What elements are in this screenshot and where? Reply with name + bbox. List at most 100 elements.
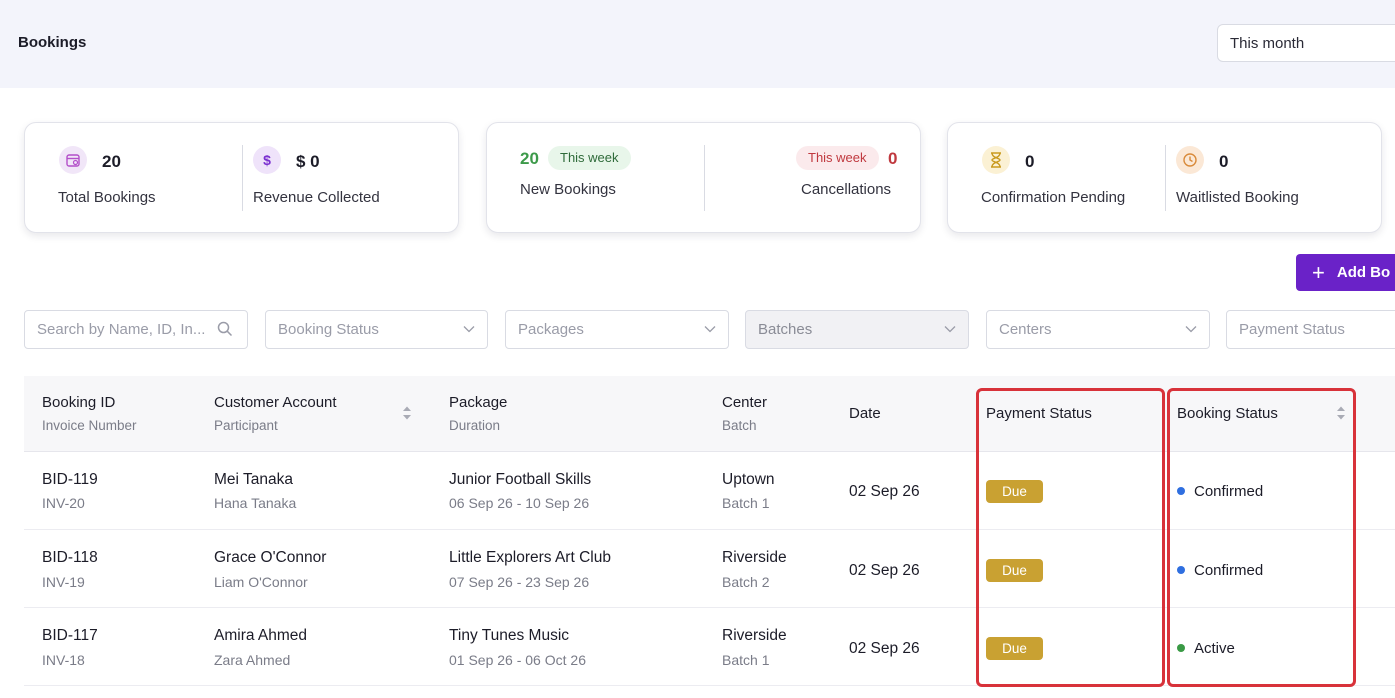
waitlisted-label: Waitlisted Booking: [1176, 189, 1299, 206]
booking-status: Active: [1194, 640, 1235, 657]
invoice-number: INV-19: [42, 574, 85, 590]
plus-icon: +: [1312, 259, 1325, 285]
table-row[interactable]: [24, 686, 1395, 698]
stats-card-weekly: 20 This week New Bookings This week 0 Ca…: [486, 122, 921, 233]
total-bookings-value: 20: [102, 152, 121, 171]
participant-name: Liam O'Connor: [214, 574, 308, 590]
chevron-down-icon: [1185, 326, 1197, 333]
table-row[interactable]: BID-118 INV-19 Grace O'Connor Liam O'Con…: [24, 530, 1395, 608]
status-dot: [1177, 644, 1185, 652]
header-customer-account[interactable]: Customer Account: [214, 394, 337, 411]
invoice-number: INV-20: [42, 495, 85, 511]
booking-id[interactable]: BID-119: [42, 471, 98, 489]
customer-name: Grace O'Connor: [214, 549, 327, 566]
participant-name: Hana Tanaka: [214, 495, 297, 511]
cancellations-label: Cancellations: [801, 181, 892, 198]
header-center: Center: [722, 394, 768, 411]
batch-name: Batch 1: [722, 495, 770, 511]
dollar-icon: $: [253, 146, 281, 174]
chevron-down-icon: [944, 326, 956, 333]
participant-name: Zara Ahmed: [214, 652, 291, 668]
payment-status-filter-label: Payment Status: [1239, 321, 1345, 338]
package-name: Junior Football Skills: [449, 471, 592, 488]
chevron-down-icon: [463, 326, 475, 333]
center-name: Riverside: [722, 627, 787, 644]
page-title: Bookings: [18, 34, 87, 51]
package-name: Tiny Tunes Music: [449, 627, 570, 644]
period-select[interactable]: This month: [1217, 24, 1395, 62]
center-name: Uptown: [722, 471, 775, 488]
booking-date: 02 Sep 26: [849, 562, 920, 579]
waitlisted-value: 0: [1219, 152, 1229, 171]
package-duration: 07 Sep 26 - 23 Sep 26: [449, 574, 590, 590]
batches-filter[interactable]: Batches: [745, 310, 969, 349]
centers-filter-label: Centers: [999, 321, 1052, 338]
add-booking-label: Add Bo: [1336, 264, 1391, 281]
bookings-table: Booking ID Invoice Number Customer Accou…: [24, 376, 1395, 698]
card-divider: [242, 145, 243, 211]
new-bookings-label: New Bookings: [520, 181, 616, 198]
calendar-icon: [59, 146, 87, 174]
revenue-value: $ 0: [296, 152, 320, 171]
confirmation-pending-label: Confirmation Pending: [981, 189, 1126, 206]
sort-icon[interactable]: [402, 405, 412, 421]
status-dot: [1177, 566, 1185, 574]
payment-status-filter[interactable]: Payment Status: [1226, 310, 1395, 349]
sort-icon[interactable]: [1336, 405, 1346, 421]
header-payment-status: Payment Status: [986, 405, 1092, 422]
top-bar: Bookings This month: [0, 0, 1395, 88]
table-row[interactable]: BID-119 INV-20 Mei Tanaka Hana Tanaka Ju…: [24, 452, 1395, 530]
confirmation-pending-value: 0: [1025, 152, 1035, 171]
stats-card-pending: 0 Confirmation Pending 0 Waitlisted Book…: [947, 122, 1382, 233]
package-duration: 06 Sep 26 - 10 Sep 26: [449, 495, 590, 511]
this-week-badge: This week: [548, 146, 631, 170]
package-name: Little Explorers Art Club: [449, 549, 611, 566]
header-batch: Batch: [722, 418, 757, 433]
header-participant: Participant: [214, 418, 278, 433]
cancellations-value: 0: [888, 149, 898, 168]
table-row[interactable]: BID-117 INV-18 Amira Ahmed Zara Ahmed Ti…: [24, 608, 1395, 686]
add-booking-button[interactable]: + Add Bo: [1296, 254, 1395, 291]
hourglass-icon: [982, 146, 1010, 174]
header-booking-status[interactable]: Booking Status: [1177, 405, 1278, 422]
payment-status-badge: Due: [986, 559, 1043, 582]
card-divider: [704, 145, 705, 211]
total-bookings-label: Total Bookings: [58, 189, 156, 206]
this-week-badge: This week: [796, 146, 879, 170]
centers-filter[interactable]: Centers: [986, 310, 1210, 349]
customer-name: Mei Tanaka: [214, 471, 293, 488]
booking-status: Confirmed: [1194, 562, 1264, 579]
booking-date: 02 Sep 26: [849, 483, 920, 500]
packages-filter-label: Packages: [518, 321, 584, 338]
header-invoice-number: Invoice Number: [42, 418, 137, 433]
booking-id[interactable]: BID-117: [42, 627, 98, 645]
chevron-down-icon: [704, 326, 716, 333]
search-placeholder: Search by Name, ID, In...: [37, 321, 206, 338]
booking-status-filter[interactable]: Booking Status: [265, 310, 488, 349]
header-package: Package: [449, 394, 508, 411]
stats-card-totals: 20 Total Bookings $ $ 0 Revenue Collecte…: [24, 122, 459, 233]
revenue-label: Revenue Collected: [253, 189, 380, 206]
batches-filter-label: Batches: [758, 321, 813, 338]
booking-id[interactable]: BID-118: [42, 549, 98, 567]
payment-status-badge: Due: [986, 637, 1043, 660]
center-name: Riverside: [722, 549, 787, 566]
batch-name: Batch 2: [722, 574, 770, 590]
invoice-number: INV-18: [42, 652, 85, 668]
status-dot: [1177, 487, 1185, 495]
header-date: Date: [849, 405, 881, 422]
search-icon: [217, 321, 233, 337]
card-divider: [1165, 145, 1166, 211]
packages-filter[interactable]: Packages: [505, 310, 729, 349]
booking-status-filter-label: Booking Status: [278, 321, 379, 338]
search-input[interactable]: Search by Name, ID, In...: [24, 310, 248, 349]
booking-date: 02 Sep 26: [849, 640, 920, 657]
header-booking-id: Booking ID: [42, 394, 116, 411]
table-header: Booking ID Invoice Number Customer Accou…: [24, 376, 1395, 452]
customer-name: Amira Ahmed: [214, 627, 308, 644]
payment-status-badge: Due: [986, 480, 1043, 503]
booking-status: Confirmed: [1194, 483, 1264, 500]
clock-icon: [1176, 146, 1204, 174]
batch-name: Batch 1: [722, 652, 770, 668]
package-duration: 01 Sep 26 - 06 Oct 26: [449, 652, 586, 668]
